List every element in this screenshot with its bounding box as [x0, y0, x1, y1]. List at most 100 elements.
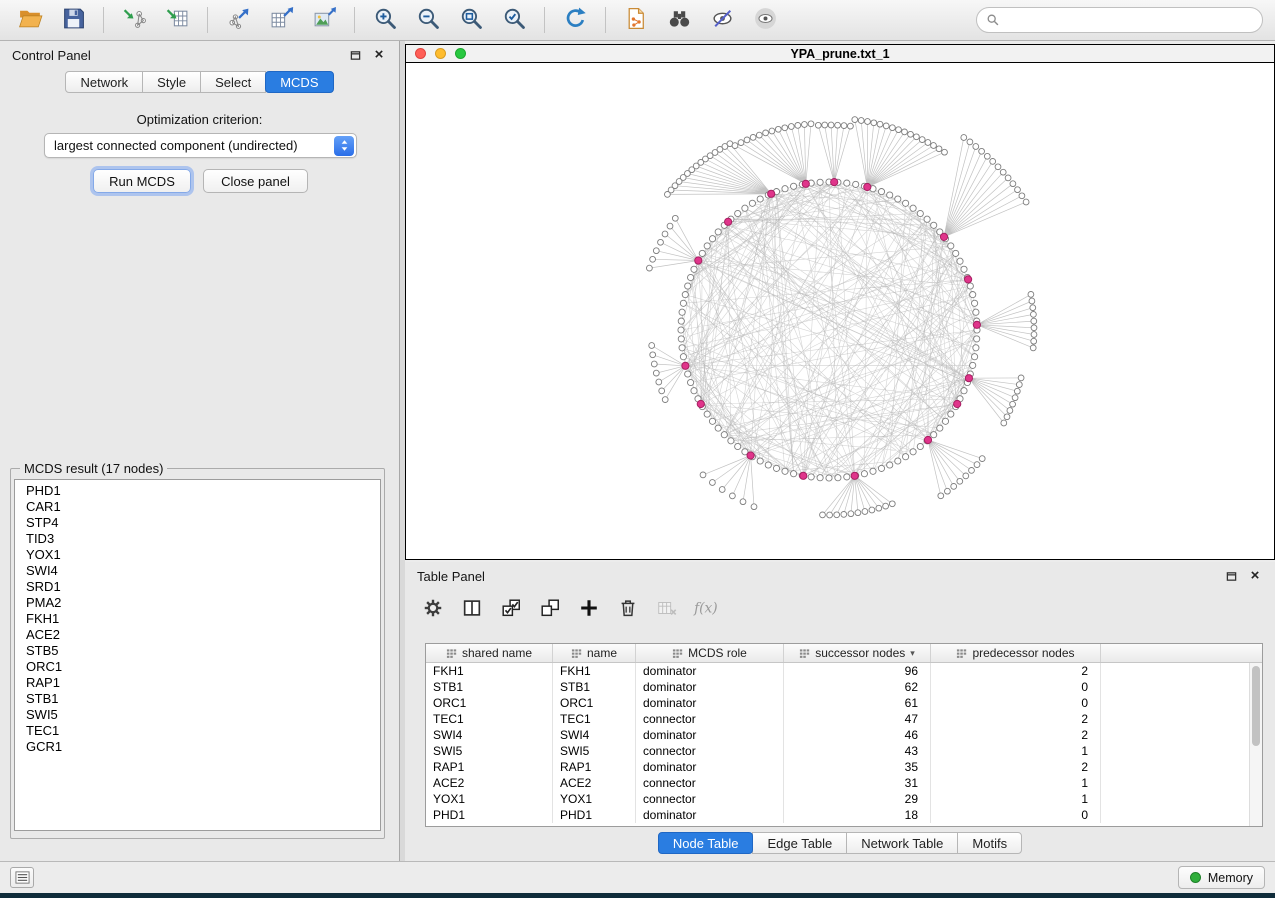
clear-table-button[interactable]: [655, 597, 679, 621]
tab-style[interactable]: Style: [142, 71, 201, 93]
mcds-result-item[interactable]: TEC1: [15, 723, 380, 739]
tab-select[interactable]: Select: [200, 71, 266, 93]
export-image-button[interactable]: [304, 5, 344, 36]
optimization-criterion-select[interactable]: largest connected component (undirected): [44, 133, 357, 158]
import-table-button[interactable]: [157, 5, 197, 36]
apply-layout-refresh-button[interactable]: [555, 5, 595, 36]
table-cell: 18: [784, 807, 931, 823]
table-scrollbar-thumb[interactable]: [1252, 666, 1260, 746]
table-cell-filler: [1101, 679, 1249, 695]
table-scrollbar[interactable]: [1249, 663, 1262, 826]
mcds-result-item[interactable]: FKH1: [15, 611, 380, 627]
close-table-panel-icon[interactable]: ×: [1247, 568, 1263, 584]
mcds-result-item[interactable]: SWI5: [15, 707, 380, 723]
search-field[interactable]: [976, 7, 1263, 33]
table-row[interactable]: FKH1FKH1dominator962: [426, 663, 1249, 679]
sort-chevron-icon: ▾: [910, 648, 915, 659]
network-window: YPA_prune.txt_1: [405, 44, 1275, 560]
apply-layout-refresh-icon: [563, 6, 588, 34]
table-cell: ACE2: [553, 775, 636, 791]
toolbar-separator: [605, 7, 606, 33]
delete-columns-button[interactable]: [616, 597, 640, 621]
column-header-MCDS-role[interactable]: MCDS role: [636, 644, 784, 662]
table-cell: SWI5: [426, 743, 553, 759]
float-table-panel-icon[interactable]: [1223, 568, 1239, 584]
column-header-shared-name[interactable]: shared name: [426, 644, 553, 662]
table-cell: 62: [784, 679, 931, 695]
save-session-button[interactable]: [53, 5, 93, 36]
network-document-share-button[interactable]: [616, 5, 656, 36]
panel-menu-button[interactable]: [10, 867, 34, 888]
table-settings-gear-button[interactable]: [421, 597, 445, 621]
mcds-result-item[interactable]: STP4: [15, 515, 380, 531]
float-panel-icon[interactable]: [347, 47, 363, 63]
mcds-result-item[interactable]: STB5: [15, 643, 380, 659]
toolbar-separator: [354, 7, 355, 33]
column-header-predecessor-nodes[interactable]: predecessor nodes: [931, 644, 1101, 662]
table-cell: 2: [931, 727, 1101, 743]
mcds-result-item[interactable]: ACE2: [15, 627, 380, 643]
export-network-button[interactable]: [218, 5, 258, 36]
zoom-selected-button[interactable]: [494, 5, 534, 36]
close-window-icon[interactable]: [415, 48, 426, 59]
zoom-out-button[interactable]: [408, 5, 448, 36]
export-table-button[interactable]: [261, 5, 301, 36]
show-hide-eye-button[interactable]: [745, 5, 785, 36]
table-cell: connector: [636, 743, 784, 759]
table-row[interactable]: SWI5SWI5connector431: [426, 743, 1249, 759]
table-row[interactable]: RAP1RAP1dominator352: [426, 759, 1249, 775]
tab-mcds[interactable]: MCDS: [265, 71, 333, 93]
table-row[interactable]: PHD1PHD1dominator180: [426, 807, 1249, 823]
tab-node-table[interactable]: Node Table: [658, 832, 754, 854]
selected-criterion: largest connected component (undirected): [54, 138, 334, 153]
table-row[interactable]: ORC1ORC1dominator610: [426, 695, 1249, 711]
column-grid-icon: [446, 648, 457, 659]
mcds-result-item[interactable]: TID3: [15, 531, 380, 547]
search-network-binoculars-button[interactable]: [659, 5, 699, 36]
tab-network-table[interactable]: Network Table: [846, 832, 958, 854]
tab-motifs[interactable]: Motifs: [957, 832, 1022, 854]
add-column-button[interactable]: [577, 597, 601, 621]
select-all-rows-button[interactable]: [499, 597, 523, 621]
mcds-result-item[interactable]: SWI4: [15, 563, 380, 579]
network-canvas[interactable]: [406, 64, 1274, 559]
show-columns-button[interactable]: [460, 597, 484, 621]
mcds-result-item[interactable]: RAP1: [15, 675, 380, 691]
mcds-result-item[interactable]: PMA2: [15, 595, 380, 611]
zoom-fit-button[interactable]: [451, 5, 491, 36]
mcds-result-item[interactable]: GCR1: [15, 739, 380, 755]
mcds-result-item[interactable]: STB1: [15, 691, 380, 707]
table-row[interactable]: YOX1YOX1connector291: [426, 791, 1249, 807]
run-mcds-button[interactable]: Run MCDS: [93, 169, 191, 193]
mcds-result-list[interactable]: PHD1CAR1STP4TID3YOX1SWI4SRD1PMA2FKH1ACE2…: [14, 479, 381, 831]
minimize-window-icon[interactable]: [435, 48, 446, 59]
memory-button[interactable]: Memory: [1178, 866, 1265, 889]
table-row[interactable]: STB1STB1dominator620: [426, 679, 1249, 695]
table-cell: FKH1: [426, 663, 553, 679]
tab-edge-table[interactable]: Edge Table: [752, 832, 847, 854]
function-builder-fx-button[interactable]: f(x): [694, 597, 718, 621]
table-row[interactable]: SWI4SWI4dominator462: [426, 727, 1249, 743]
close-panel-button[interactable]: Close panel: [203, 169, 308, 193]
maximize-window-icon[interactable]: [455, 48, 466, 59]
import-network-button[interactable]: [114, 5, 154, 36]
column-header-name[interactable]: name: [553, 644, 636, 662]
open-session-button[interactable]: [10, 5, 50, 36]
mcds-result-item[interactable]: CAR1: [15, 499, 380, 515]
close-panel-icon[interactable]: ×: [371, 47, 387, 63]
mcds-result-item[interactable]: PHD1: [15, 483, 380, 499]
search-input[interactable]: [1005, 13, 1253, 28]
column-header-successor-nodes[interactable]: successor nodes▾: [784, 644, 931, 662]
optimization-criterion-label: Optimization criterion:: [0, 112, 399, 127]
table-row[interactable]: ACE2ACE2connector311: [426, 775, 1249, 791]
tab-network[interactable]: Network: [65, 71, 143, 93]
zoom-in-button[interactable]: [365, 5, 405, 36]
mcds-result-item[interactable]: SRD1: [15, 579, 380, 595]
table-row[interactable]: TEC1TEC1connector472: [426, 711, 1249, 727]
mcds-result-item[interactable]: YOX1: [15, 547, 380, 563]
network-titlebar[interactable]: YPA_prune.txt_1: [406, 45, 1274, 63]
deselect-all-rows-button[interactable]: [538, 597, 562, 621]
mcds-result-item[interactable]: ORC1: [15, 659, 380, 675]
network-view[interactable]: [406, 64, 1274, 559]
toggle-graphics-details-button[interactable]: [702, 5, 742, 36]
